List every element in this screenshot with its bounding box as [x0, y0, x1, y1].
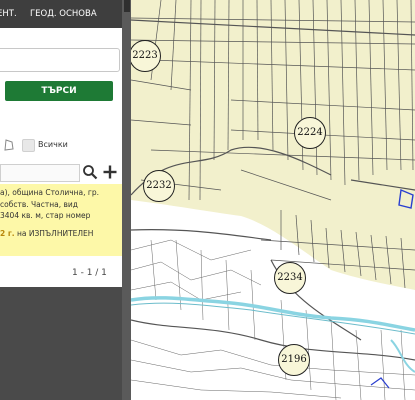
left-panel: ЕНТ. ГЕОД. ОСНОВА ТЪРСИ Всички	[0, 0, 122, 400]
search-button[interactable]: ТЪРСИ	[5, 81, 113, 101]
top-menu-bar: ЕНТ. ГЕОД. ОСНОВА	[0, 0, 122, 28]
result-card[interactable]: а), община Столична, гр. собств. Частна,…	[0, 184, 122, 256]
cadastral-map[interactable]: 2223 2224 2232 2234 2196	[131, 0, 415, 400]
result-year: 2 г.	[0, 229, 15, 238]
parcel-label[interactable]: 2234	[274, 262, 306, 294]
pagination: 1 - 1 / 1	[72, 268, 107, 278]
all-label: Всички	[38, 140, 68, 149]
result-status: на ИЗПЪЛНИТЕЛЕН	[14, 229, 94, 238]
result-line-2: собств. Частна, вид	[0, 200, 78, 209]
results-toolbar	[0, 164, 122, 182]
panel-divider[interactable]	[122, 0, 131, 400]
selected-parcel	[398, 189, 414, 209]
search-input[interactable]	[0, 48, 120, 72]
tab-document[interactable]: ЕНТ.	[0, 9, 17, 19]
parcel-label[interactable]: 2224	[294, 117, 326, 149]
result-line-4: 2 г. на ИЗПЪЛНИТЕЛЕН	[0, 229, 93, 238]
map-canvas	[131, 0, 415, 400]
plus-icon[interactable]	[102, 164, 118, 180]
parcel-label[interactable]: 2196	[278, 344, 310, 376]
panel-footer	[0, 287, 122, 400]
result-line-3: 3404 кв. м, стар номер	[0, 211, 91, 220]
tab-geodetic-base[interactable]: ГЕОД. ОСНОВА	[30, 9, 97, 19]
filter-row: Всички	[0, 138, 122, 154]
app: ЕНТ. ГЕОД. ОСНОВА ТЪРСИ Всички	[0, 0, 415, 400]
parcel-label[interactable]: 2232	[143, 170, 175, 202]
search-icon[interactable]	[82, 164, 98, 180]
all-checkbox[interactable]	[22, 139, 35, 152]
result-line-1: а), община Столична, гр.	[0, 188, 99, 197]
polygon-icon[interactable]	[4, 139, 14, 151]
results-filter-input[interactable]	[0, 164, 80, 182]
collapse-handle[interactable]	[124, 0, 130, 12]
